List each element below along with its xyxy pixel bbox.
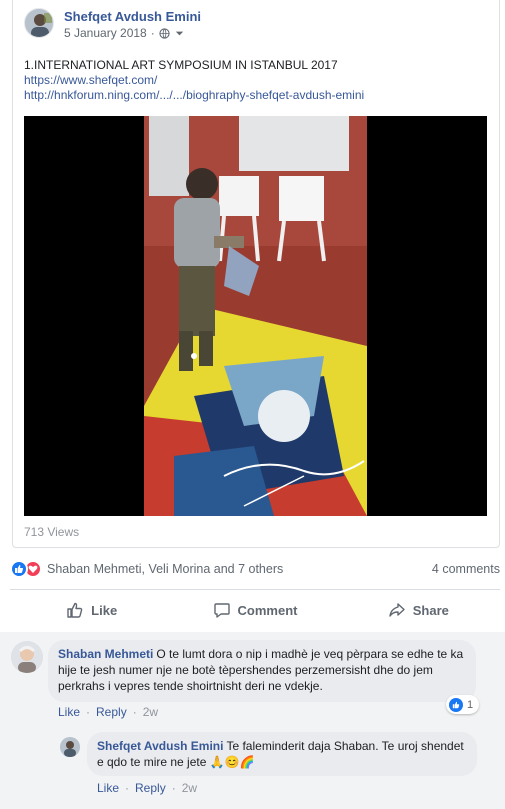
comment-reply-link[interactable]: Reply [96, 705, 127, 719]
comment-reaction-number: 1 [467, 698, 474, 711]
globe-icon[interactable] [159, 27, 170, 39]
reply-time[interactable]: 2w [182, 781, 197, 795]
video-frame [24, 116, 487, 516]
reply-bubble: Shefqet Avdush Emini Te faleminderit daja… [87, 732, 477, 776]
video-views: 713 Views [24, 525, 80, 539]
chevron-down-icon[interactable] [174, 28, 185, 39]
post-text: 1.INTERNATIONAL ART SYMPOSIUM IN ISTANBU… [24, 58, 484, 103]
thumbs-up-icon [67, 602, 83, 618]
reaction-icons [10, 560, 42, 578]
comments-count[interactable]: 4 comments [432, 562, 500, 576]
comment-time[interactable]: 2w [143, 705, 158, 719]
reaction-names[interactable]: Shaban Mehmeti, Veli Morina and 7 others [47, 562, 283, 576]
like-button-label: Like [91, 602, 118, 618]
divider [10, 589, 500, 590]
comment-actions: Like · Reply · 2w [58, 705, 159, 719]
post-meta: 5 January 2018 · [64, 26, 185, 40]
comment-reaction-count[interactable]: 1 [446, 695, 480, 714]
reply-like-link[interactable]: Like [97, 781, 119, 795]
post-actions: Like Comment Share [10, 594, 500, 626]
reply-actions: Like · Reply · 2w [97, 781, 198, 795]
comment-bubble: Shaban Mehmeti O te lumt dora o nip i mad… [48, 640, 476, 702]
comment-author[interactable]: Shaban Mehmeti [58, 647, 153, 661]
post-date[interactable]: 5 January 2018 [64, 26, 147, 40]
comment-icon [213, 603, 230, 618]
like-button[interactable]: Like [10, 594, 173, 626]
like-reaction-icon [10, 560, 28, 578]
reactions-summary[interactable]: Shaban Mehmeti, Veli Morina and 7 others… [10, 558, 500, 580]
reply-author-avatar[interactable] [60, 737, 80, 757]
share-button[interactable]: Share [337, 594, 500, 626]
post-text-line: 1.INTERNATIONAL ART SYMPOSIUM IN ISTANBU… [24, 58, 338, 72]
post-link-website[interactable]: https://www.shefqet.com/ [24, 73, 484, 88]
post-link-forum[interactable]: http://hnkforum.ning.com/.../.../bioghra… [24, 88, 484, 103]
comment-button[interactable]: Comment [173, 594, 336, 626]
share-button-label: Share [412, 602, 449, 618]
reply-reply-link[interactable]: Reply [135, 781, 166, 795]
share-icon [389, 603, 405, 617]
comment-like-link[interactable]: Like [58, 705, 80, 719]
commenter-avatar[interactable] [11, 641, 43, 673]
post-author-name[interactable]: Shefqet Avdush Emini [64, 9, 201, 24]
like-reaction-icon [449, 697, 463, 712]
author-avatar[interactable] [24, 8, 54, 38]
video-player[interactable] [24, 116, 487, 516]
comment-button-label: Comment [237, 602, 298, 618]
reply-emojis: 🙏😊🌈 [209, 755, 255, 769]
reply-author[interactable]: Shefqet Avdush Emini [97, 739, 223, 753]
